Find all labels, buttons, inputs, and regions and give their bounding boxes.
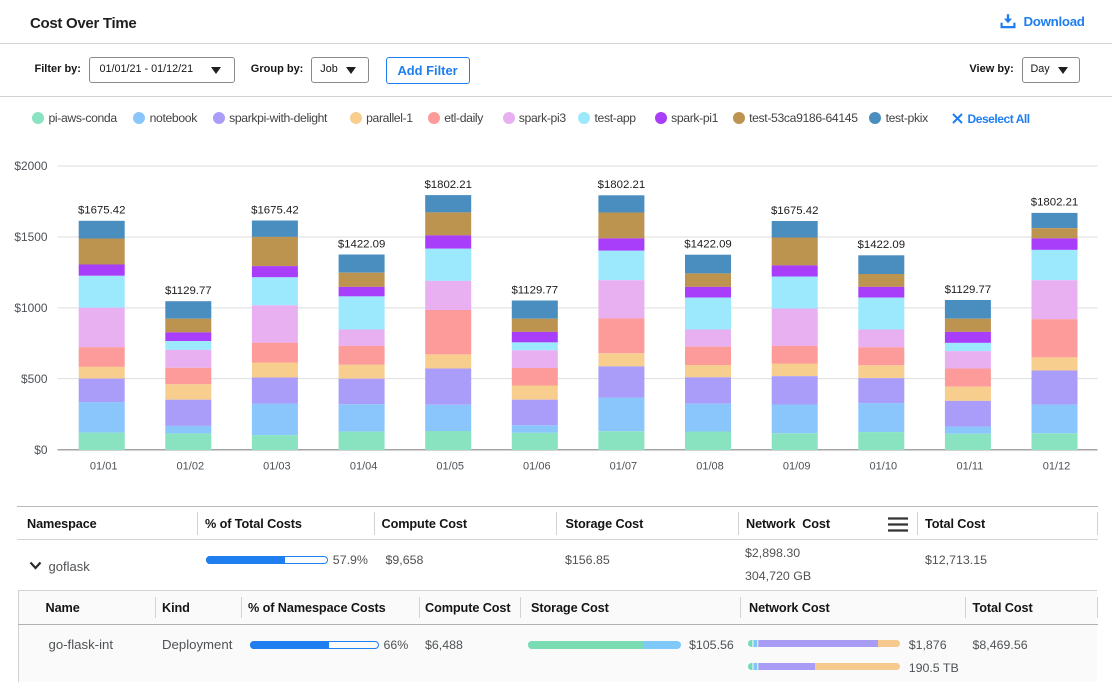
svg-text:01/04: 01/04: [350, 461, 378, 473]
svg-text:01/01: 01/01: [90, 461, 118, 473]
svg-text:01/09: 01/09: [783, 461, 811, 473]
svg-text:$0: $0: [34, 443, 48, 457]
svg-text:$500: $500: [21, 372, 48, 386]
svg-text:$1129.77: $1129.77: [165, 285, 212, 297]
svg-text:$1422.09: $1422.09: [684, 239, 732, 251]
svg-text:$1129.77: $1129.77: [511, 284, 558, 296]
svg-text:01/10: 01/10: [870, 461, 898, 473]
svg-text:01/11: 01/11: [957, 461, 984, 473]
svg-text:01/07: 01/07: [610, 461, 638, 473]
svg-text:$1675.42: $1675.42: [771, 205, 819, 217]
svg-text:$1129.77: $1129.77: [945, 284, 992, 296]
svg-text:01/08: 01/08: [696, 461, 724, 473]
svg-text:01/06: 01/06: [523, 461, 551, 473]
svg-text:$1422.09: $1422.09: [858, 239, 906, 251]
svg-text:$1802.21: $1802.21: [1031, 197, 1079, 209]
svg-text:$2000: $2000: [14, 159, 47, 173]
svg-text:$1422.09: $1422.09: [338, 238, 386, 250]
svg-text:01/12: 01/12: [1043, 461, 1071, 473]
svg-text:$1802.21: $1802.21: [424, 179, 472, 191]
svg-text:01/05: 01/05: [436, 461, 464, 473]
svg-text:$1000: $1000: [14, 301, 47, 315]
svg-text:$1802.21: $1802.21: [598, 179, 646, 191]
svg-text:$1500: $1500: [14, 230, 47, 244]
svg-text:01/03: 01/03: [263, 461, 291, 473]
svg-text:$1675.42: $1675.42: [251, 204, 299, 216]
svg-text:$1675.42: $1675.42: [78, 205, 126, 217]
svg-text:01/02: 01/02: [177, 461, 205, 473]
